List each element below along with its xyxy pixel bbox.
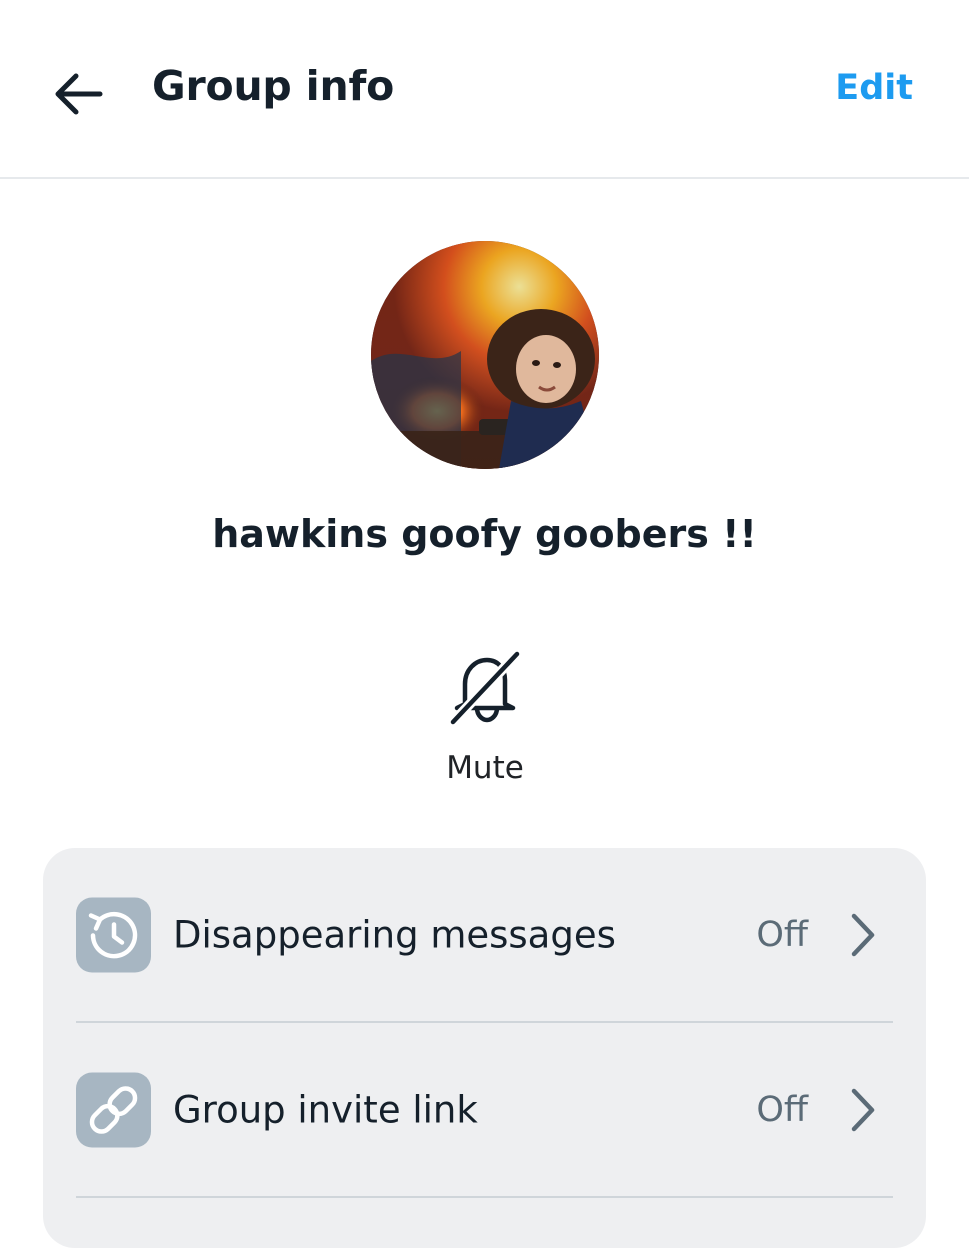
group-invite-link-row[interactable]: Group invite link Off bbox=[43, 1035, 926, 1185]
header-divider bbox=[0, 177, 969, 179]
back-button[interactable] bbox=[46, 64, 110, 124]
page-title: Group info bbox=[152, 62, 395, 110]
group-invite-link-label: Group invite link bbox=[173, 1088, 478, 1132]
arrow-left-icon bbox=[55, 73, 103, 115]
row-divider bbox=[76, 1021, 893, 1023]
edit-button[interactable]: Edit bbox=[835, 68, 913, 108]
group-avatar[interactable] bbox=[371, 241, 599, 469]
timer-history-icon bbox=[76, 897, 151, 973]
group-invite-link-value: Off bbox=[756, 1090, 808, 1130]
chevron-right-icon bbox=[851, 1088, 875, 1132]
group-avatar-image bbox=[371, 241, 599, 469]
row-divider bbox=[76, 1196, 893, 1198]
disappearing-messages-label: Disappearing messages bbox=[173, 913, 616, 957]
group-settings-card: Disappearing messages Off Group invite l… bbox=[43, 848, 926, 1248]
chevron-right-icon bbox=[851, 913, 875, 957]
mute-button[interactable]: Mute bbox=[419, 648, 551, 788]
link-icon bbox=[76, 1072, 151, 1148]
disappearing-messages-row[interactable]: Disappearing messages Off bbox=[43, 860, 926, 1010]
disappearing-messages-value: Off bbox=[756, 915, 808, 955]
bell-slash-icon bbox=[449, 650, 521, 726]
top-app-bar: Group info Edit bbox=[0, 0, 969, 178]
mute-label: Mute bbox=[446, 750, 524, 786]
group-name: hawkins goofy goobers !! bbox=[212, 512, 757, 556]
